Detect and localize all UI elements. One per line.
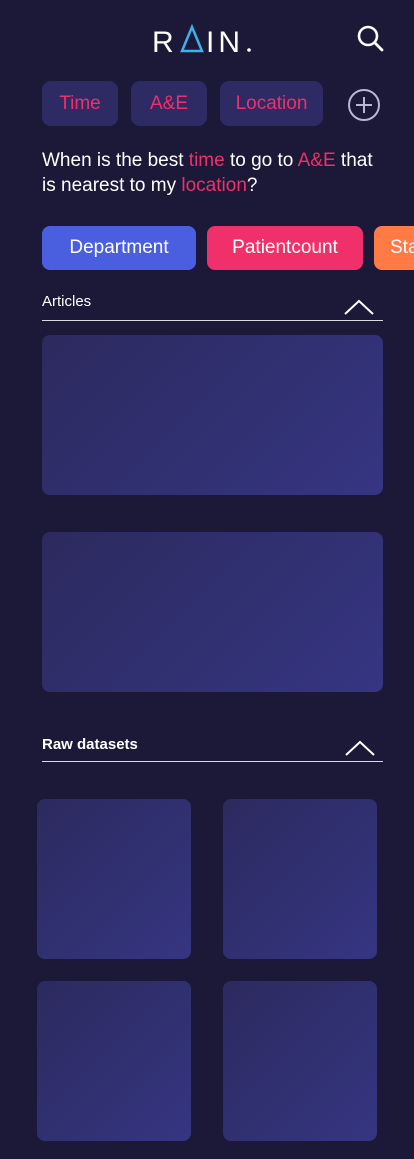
question-highlight-ae: A&E [297,150,336,171]
article-card[interactable] [42,335,383,495]
query-chip-ae[interactable]: A&E [131,81,207,126]
raw-datasets-heading: Raw datasets [42,736,138,753]
question-text: When is the best [42,150,189,171]
svg-text:R: R [152,26,178,58]
dataset-card[interactable] [223,799,377,959]
filter-patientcount[interactable]: Patientcount [207,226,363,270]
chevron-up-icon [345,740,375,756]
query-question: When is the best time to go to A&E that … [42,148,382,198]
articles-collapse-button[interactable] [343,298,375,316]
question-highlight-location: location [181,175,247,196]
app-logo: R IN [0,22,414,59]
filter-sta[interactable]: Sta [374,226,414,270]
filter-label: Sta [390,237,414,258]
dataset-card[interactable] [223,981,377,1141]
query-chip-time[interactable]: Time [42,81,118,126]
articles-divider [42,320,383,321]
search-icon [357,25,384,52]
svg-text:IN: IN [206,26,244,58]
filter-department[interactable]: Department [42,226,196,270]
article-card[interactable] [42,532,383,692]
question-highlight-time: time [188,150,225,171]
dataset-card[interactable] [37,981,191,1141]
question-text: ? [246,175,258,196]
query-chip-label: A&E [149,92,189,114]
add-query-chip-button[interactable] [347,88,381,122]
articles-heading: Articles [42,293,92,310]
rain-logo-mark: R IN [152,23,251,59]
chevron-up-icon [344,299,374,315]
raw-datasets-divider [42,761,383,762]
filter-label: Patientcount [232,237,338,258]
search-button[interactable] [354,22,386,54]
dataset-card[interactable] [37,799,191,959]
query-chip-label: Time [59,92,101,114]
raw-datasets-collapse-button[interactable] [344,739,376,757]
plus-circle-icon [348,89,380,121]
question-text: to go to [224,150,298,171]
query-chip-label: Location [235,92,308,114]
filter-label: Department [69,237,169,258]
query-chip-location[interactable]: Location [220,81,323,126]
